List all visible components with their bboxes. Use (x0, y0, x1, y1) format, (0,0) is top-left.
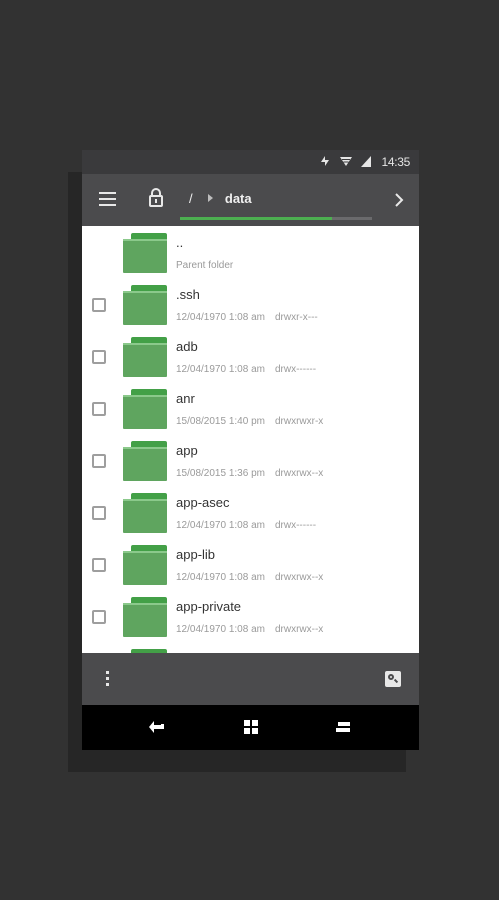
file-date: 12/04/1970 1:08 am (176, 624, 265, 635)
file-permissions: drwxrwx--x (274, 624, 324, 635)
breadcrumb-separator-icon (208, 194, 214, 202)
select-checkbox[interactable] (92, 402, 106, 416)
file-meta: 12/04/1970 1:08 am drwx------ (176, 520, 316, 531)
file-meta: 12/04/1970 1:08 am drwxrwx--x (176, 572, 323, 583)
file-permissions: drwxrwxr-x (274, 416, 324, 427)
status-bar: 14:35 (82, 150, 419, 174)
file-row[interactable]: app 15/08/2015 1:36 pm drwxrwx--x (82, 434, 419, 486)
breadcrumb-current[interactable]: data (225, 191, 252, 206)
more-options-icon[interactable] (106, 671, 110, 687)
folder-icon (123, 493, 167, 533)
breadcrumb: / data (189, 191, 252, 206)
file-name: app-lib (176, 547, 216, 562)
data-transfer-icon (319, 154, 331, 171)
file-meta: Parent folder (176, 260, 233, 271)
file-permissions: drwx------ (274, 520, 317, 531)
folder-icon (123, 597, 167, 637)
storage-progress-bar (180, 217, 372, 220)
file-name: adb (176, 339, 198, 354)
file-date: Parent folder (176, 260, 234, 271)
file-row[interactable]: app-private 12/04/1970 1:08 am drwxrwx--x (82, 590, 419, 642)
select-checkbox[interactable] (92, 350, 106, 364)
search-icon[interactable] (385, 671, 401, 687)
parent-folder-row[interactable]: .. Parent folder (82, 226, 419, 278)
file-name: .. (176, 235, 184, 250)
recent-apps-icon[interactable] (334, 718, 352, 736)
file-row[interactable]: anr 15/08/2015 1:40 pm drwxrwxr-x (82, 382, 419, 434)
folder-icon (123, 441, 167, 481)
file-row[interactable]: app-asec 12/04/1970 1:08 am drwx------ (82, 486, 419, 538)
folder-icon (123, 337, 167, 377)
lock-icon[interactable] (148, 187, 164, 209)
select-checkbox[interactable] (92, 454, 106, 468)
file-name: app-private (176, 599, 242, 614)
file-name: .ssh (176, 287, 200, 302)
home-icon[interactable] (242, 718, 260, 736)
file-list: .. Parent folder .ssh 12/04/1970 1:08 am drw… (82, 226, 419, 653)
phone-screen: 14:35 / data .. Parent folder .ssh 12/04/19… (82, 150, 419, 750)
file-date: 12/04/1970 1:08 am (176, 364, 265, 375)
file-date: 12/04/1970 1:08 am (176, 520, 265, 531)
file-permissions: drwxrwx--x (274, 468, 324, 479)
file-permissions: drwxr-x--- (274, 312, 318, 323)
folder-icon (123, 389, 167, 429)
file-meta: 12/04/1970 1:08 am drwxrwx--x (176, 624, 323, 635)
file-permissions: drwxrwx--x (274, 572, 324, 583)
file-meta: 15/08/2015 1:36 pm drwxrwx--x (176, 468, 323, 479)
status-time: 14:35 (381, 155, 410, 169)
select-checkbox[interactable] (92, 558, 106, 572)
back-icon[interactable] (148, 718, 166, 736)
file-row[interactable]: adb 12/04/1970 1:08 am drwx------ (82, 330, 419, 382)
file-row-partial (82, 642, 419, 653)
select-checkbox[interactable] (92, 298, 106, 312)
file-date: 15/08/2015 1:40 pm (176, 416, 265, 427)
file-row[interactable]: .ssh 12/04/1970 1:08 am drwxr-x--- (82, 278, 419, 330)
file-name: app-asec (176, 495, 230, 510)
storage-progress-fill (180, 217, 332, 220)
file-row[interactable]: app-lib 12/04/1970 1:08 am drwxrwx--x (82, 538, 419, 590)
status-icons (315, 154, 372, 170)
bottom-toolbar (82, 653, 419, 705)
signal-icon (360, 154, 372, 171)
navigation-bar (82, 705, 419, 750)
file-permissions: drwx------ (274, 364, 317, 375)
file-meta: 12/04/1970 1:08 am drwx------ (176, 364, 316, 375)
file-meta: 12/04/1970 1:08 am drwxr-x--- (176, 312, 318, 323)
file-name: app (176, 443, 198, 458)
folder-icon (123, 545, 167, 585)
hamburger-menu-icon[interactable] (99, 192, 116, 206)
select-checkbox[interactable] (92, 610, 106, 624)
folder-icon (123, 233, 167, 273)
wifi-icon (339, 154, 353, 171)
file-name: anr (176, 391, 195, 406)
file-date: 15/08/2015 1:36 pm (176, 468, 265, 479)
folder-icon (123, 285, 167, 325)
select-checkbox[interactable] (92, 506, 106, 520)
chevron-right-icon[interactable] (393, 192, 405, 208)
top-toolbar: / data (82, 174, 419, 226)
file-date: 12/04/1970 1:08 am (176, 572, 265, 583)
breadcrumb-root[interactable]: / (189, 191, 193, 206)
file-meta: 15/08/2015 1:40 pm drwxrwxr-x (176, 416, 323, 427)
file-date: 12/04/1970 1:08 am (176, 312, 265, 323)
